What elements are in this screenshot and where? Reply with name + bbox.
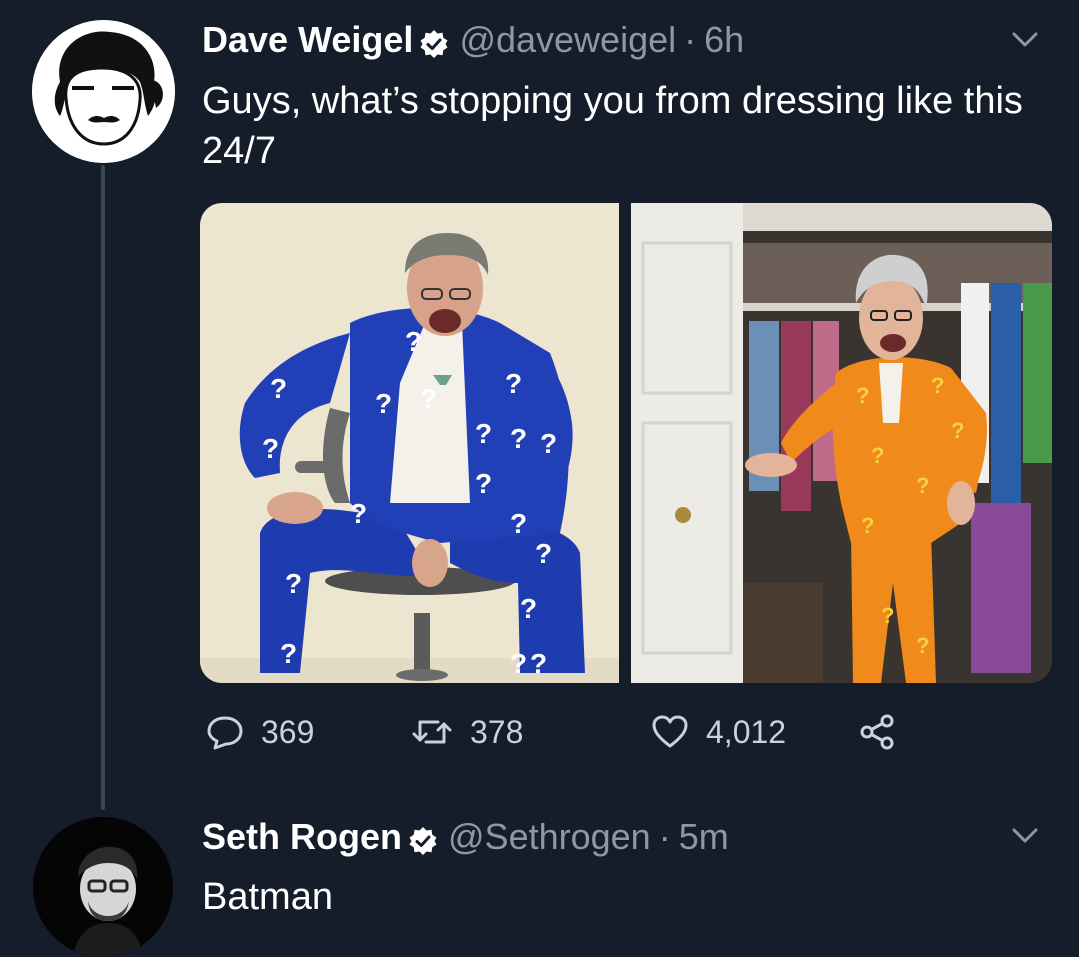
dave-weigel-avatar[interactable] xyxy=(32,20,175,163)
tweet-text: Batman xyxy=(202,876,333,918)
svg-text:?: ? xyxy=(262,433,279,464)
svg-text:?: ? xyxy=(856,383,869,408)
separator-dot: · xyxy=(684,19,697,60)
reply-bubble-icon xyxy=(207,716,243,750)
svg-text:?: ? xyxy=(540,428,557,459)
man-in-blue-question-mark-suit-photo[interactable]: ? ? ? ? ? ? ? ? ? ? ? ? ? ? ? ? ? ? xyxy=(200,203,619,683)
svg-text:?: ? xyxy=(510,423,527,454)
separator-dot: · xyxy=(658,816,671,857)
like-count: 4,012 xyxy=(706,713,787,750)
share-icon xyxy=(860,714,894,750)
svg-text:?: ? xyxy=(861,513,874,538)
svg-text:?: ? xyxy=(931,373,944,398)
portrait-avatar-icon xyxy=(33,817,173,957)
svg-text:?: ? xyxy=(535,538,552,569)
tweet-actions-bar: 369 378 4,012 xyxy=(205,712,925,762)
tweet-timestamp[interactable]: 6h xyxy=(704,18,744,62)
chevron-down-icon[interactable] xyxy=(1010,826,1040,846)
verified-badge-icon xyxy=(419,25,449,58)
share-button[interactable] xyxy=(857,712,913,752)
seth-rogen-avatar[interactable] xyxy=(33,817,173,957)
svg-text:?: ? xyxy=(916,633,929,658)
cartoon-face-avatar-icon xyxy=(32,20,175,163)
author-display-name[interactable]: Dave Weigel xyxy=(202,18,413,62)
tweet-header: Seth Rogen @Sethrogen · 5m xyxy=(202,815,729,859)
svg-text:?: ? xyxy=(505,368,522,399)
reply-count: 369 xyxy=(261,713,315,750)
svg-text:?: ? xyxy=(475,468,492,499)
svg-text:?: ? xyxy=(951,418,964,443)
author-display-name[interactable]: Seth Rogen xyxy=(202,815,402,859)
tweet-thread: Dave Weigel @daveweigel · 6h Guys, what’… xyxy=(0,0,1079,957)
svg-text:?: ? xyxy=(420,383,437,414)
tweet-media-grid: ? ? ? ? ? ? ? ? ? ? ? ? ? ? ? ? ? ? ? ? … xyxy=(200,203,1052,683)
retweet-icon xyxy=(412,720,452,744)
retweet-count: 378 xyxy=(470,713,524,750)
retweet-button[interactable]: 378 xyxy=(410,712,523,752)
svg-text:?: ? xyxy=(285,568,302,599)
verified-badge-icon xyxy=(408,822,438,855)
tweet-header: Dave Weigel @daveweigel · 6h xyxy=(202,18,744,62)
svg-text:?: ? xyxy=(510,648,527,679)
svg-text:?: ? xyxy=(270,373,287,404)
svg-text:?: ? xyxy=(350,498,367,529)
svg-text:?: ? xyxy=(881,603,894,628)
chevron-down-icon[interactable] xyxy=(1010,30,1040,50)
man-in-orange-question-mark-suit-photo[interactable]: ? ? ? ? ? ? ? ? xyxy=(631,203,1052,683)
tweet-timestamp[interactable]: 5m xyxy=(679,815,729,859)
tweet-text: Guys, what’s stopping you from dressing … xyxy=(202,80,1023,172)
like-button[interactable]: 4,012 xyxy=(650,712,786,752)
svg-text:?: ? xyxy=(475,418,492,449)
author-handle[interactable]: @Sethrogen xyxy=(448,815,651,859)
heart-icon xyxy=(652,715,688,748)
svg-text:?: ? xyxy=(280,638,297,669)
svg-text:?: ? xyxy=(510,508,527,539)
svg-text:?: ? xyxy=(405,326,422,357)
reply-button[interactable]: 369 xyxy=(205,712,314,752)
svg-text:?: ? xyxy=(520,593,537,624)
svg-text:?: ? xyxy=(871,443,884,468)
author-handle[interactable]: @daveweigel xyxy=(459,18,676,62)
svg-text:?: ? xyxy=(375,388,392,419)
svg-text:?: ? xyxy=(530,648,547,679)
svg-text:?: ? xyxy=(916,473,929,498)
thread-connector-line xyxy=(101,165,105,810)
